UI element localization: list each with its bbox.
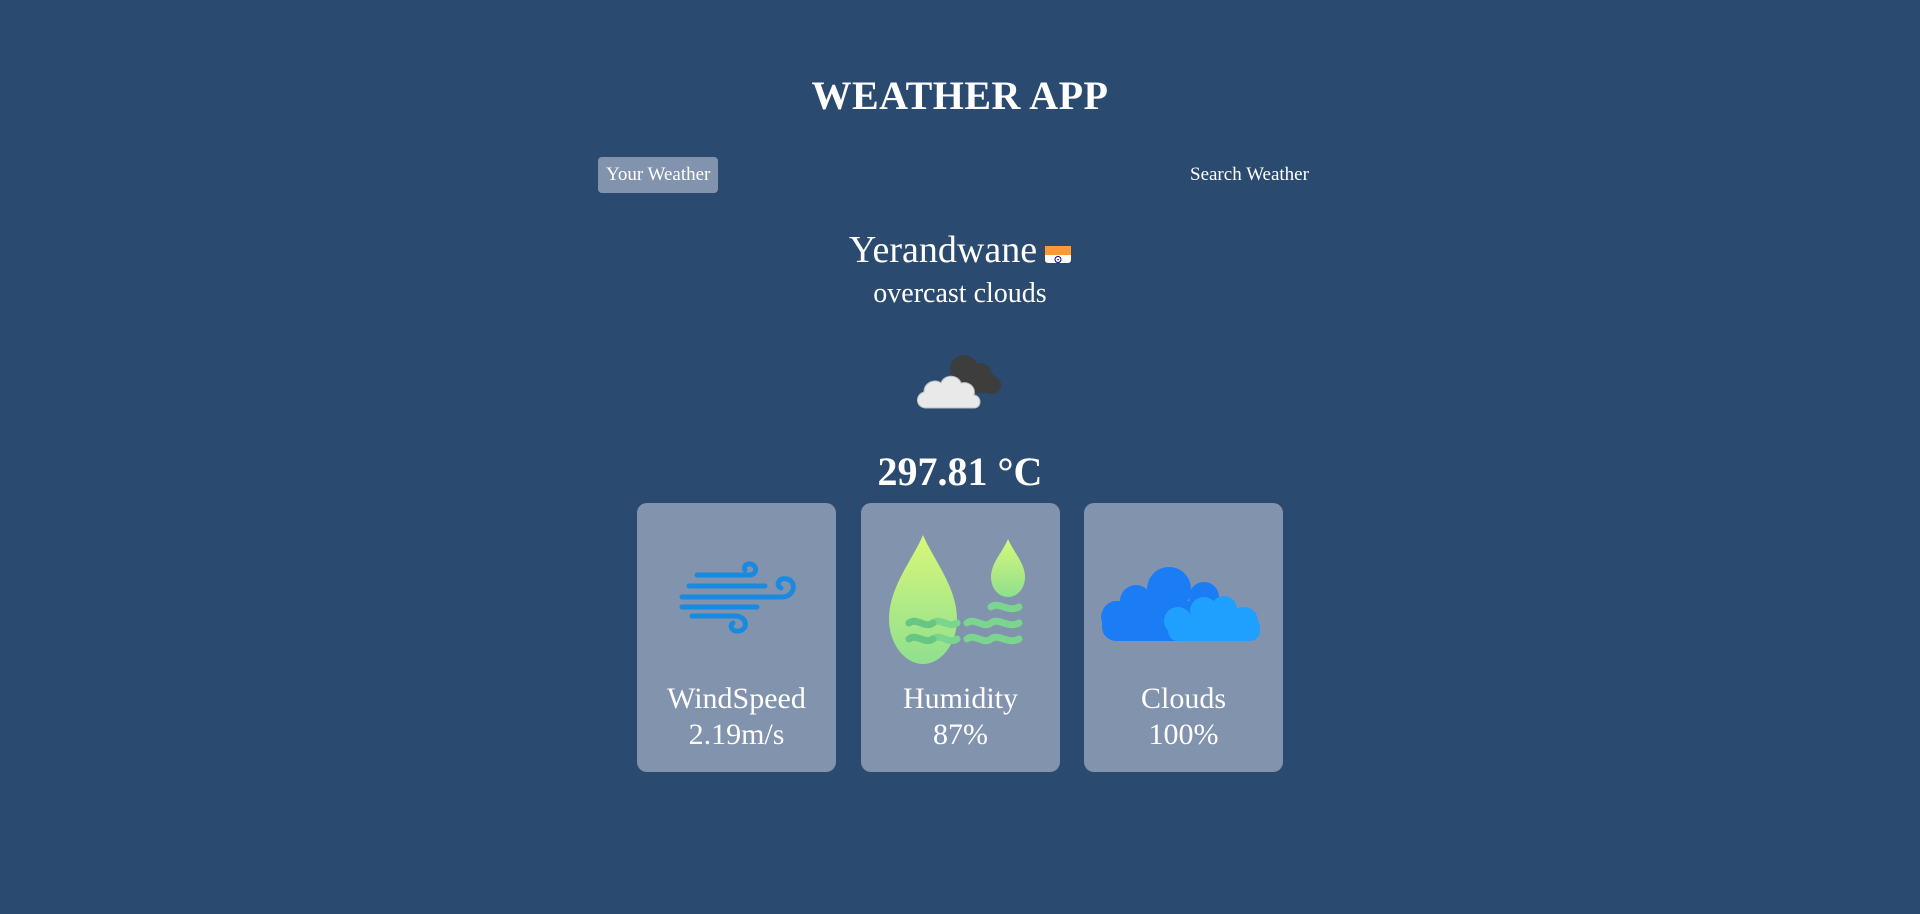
wind-icon [637,529,836,674]
india-flag-icon [1045,236,1072,263]
clouds-icon [1084,529,1283,674]
humidity-card: Humidity 87% [861,503,1060,772]
clouds-card: Clouds 100% [1084,503,1283,772]
humidity-value: 87% [933,718,988,751]
wind-card: WindSpeed 2.19m/s [637,503,836,772]
wind-value: 2.19m/s [688,718,785,751]
tab-search-weather[interactable]: Search Weather [1182,157,1317,193]
humidity-label: Humidity [902,682,1018,715]
city-name: Yerandwane [848,229,1038,271]
humidity-icon [861,529,1060,674]
tab-your-weather[interactable]: Your Weather [598,157,719,193]
wind-label: WindSpeed [667,682,806,715]
temperature: 297.81 °C [877,449,1043,494]
clouds-label: Clouds [1140,682,1227,715]
app-title: WEATHER APP [811,73,1109,118]
clouds-value: 100% [1148,718,1219,751]
weather-description: overcast clouds [873,278,1047,309]
overcast-clouds-icon [912,345,1008,417]
location-heading: Yerandwane [0,225,1920,275]
